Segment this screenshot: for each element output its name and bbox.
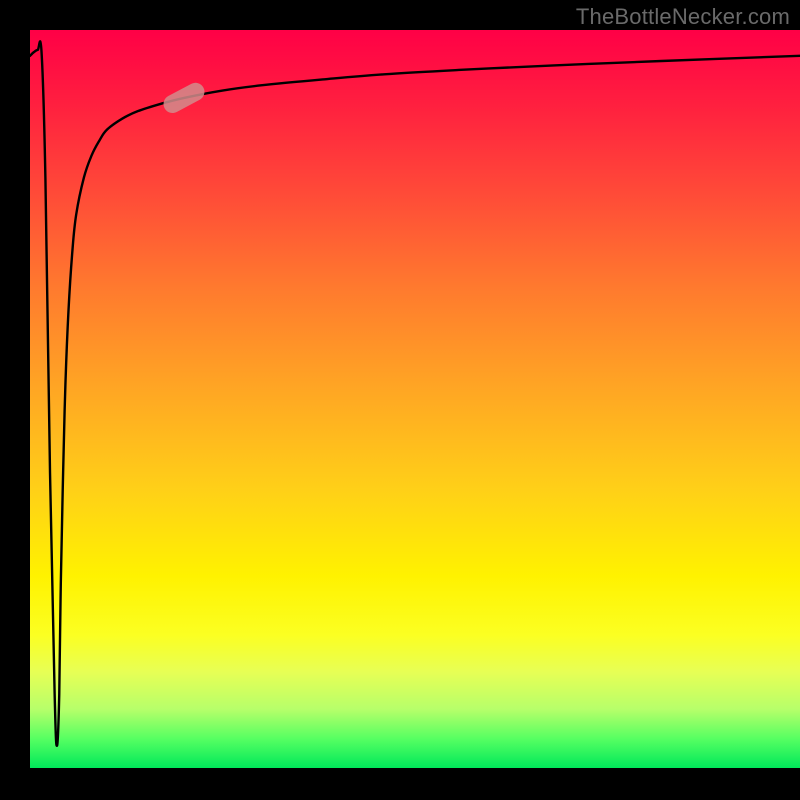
- chart-svg: [30, 30, 800, 768]
- watermark-text: TheBottleNecker.com: [576, 4, 790, 30]
- curve-marker: [160, 80, 207, 117]
- bottleneck-curve-path: [30, 41, 800, 746]
